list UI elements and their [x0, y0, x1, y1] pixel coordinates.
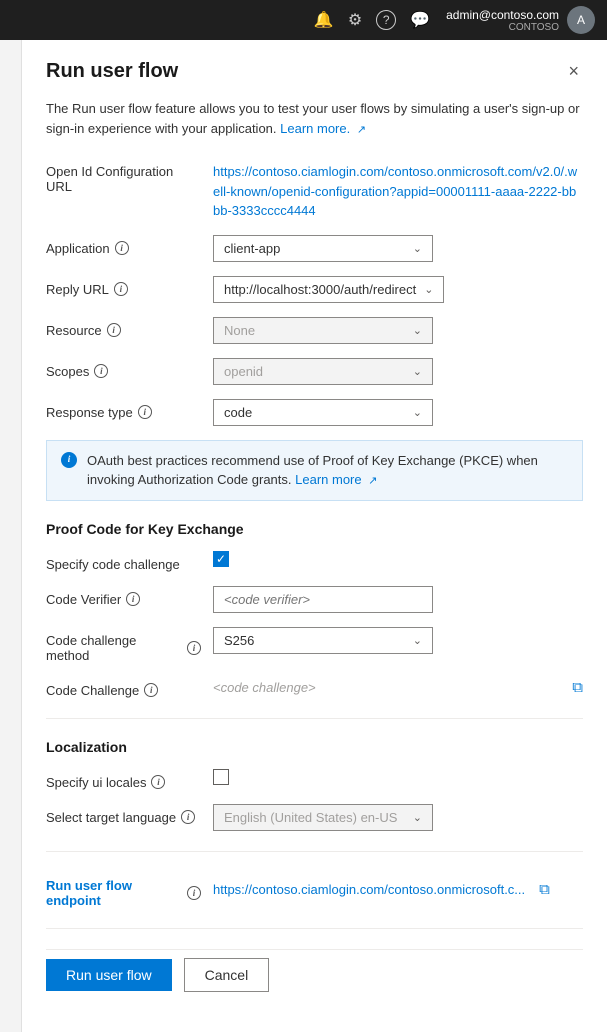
resource-row: Resource i None ⌄: [46, 317, 583, 344]
description: The Run user flow feature allows you to …: [46, 99, 583, 138]
run-user-flow-button[interactable]: Run user flow: [46, 959, 172, 991]
chevron-down-icon: ⌄: [413, 324, 422, 337]
localization-section-title: Localization: [46, 739, 583, 755]
code-challenge-method-label: Code challenge method i: [46, 627, 201, 663]
code-challenge-method-row: Code challenge method i S256 ⌄: [46, 627, 583, 663]
run-endpoint-info-icon[interactable]: i: [187, 886, 201, 900]
openid-config-value[interactable]: https://contoso.ciamlogin.com/contoso.on…: [213, 158, 583, 221]
select-target-language-label: Select target language i: [46, 804, 201, 825]
chevron-down-icon: ⌄: [413, 365, 422, 378]
select-target-language-info-icon[interactable]: i: [181, 810, 195, 824]
pkce-section-title: Proof Code for Key Exchange: [46, 521, 583, 537]
footer: Run user flow Cancel: [46, 949, 583, 992]
specify-ui-locales-label: Specify ui locales i: [46, 769, 201, 790]
specify-code-challenge-label: Specify code challenge: [46, 551, 201, 572]
reply-url-row: Reply URL i http://localhost:3000/auth/r…: [46, 276, 583, 303]
chevron-down-icon: ⌄: [424, 283, 433, 296]
code-challenge-method-dropdown[interactable]: S256 ⌄: [213, 627, 433, 654]
external-link-icon: ↗: [357, 124, 366, 136]
run-endpoint-value[interactable]: https://contoso.ciamlogin.com/contoso.on…: [213, 882, 525, 897]
run-user-flow-endpoint-label: Run user flow endpoint i: [46, 872, 201, 908]
scopes-info-icon[interactable]: i: [94, 364, 108, 378]
chevron-down-icon: ⌄: [413, 242, 422, 255]
chevron-down-icon: ⌄: [413, 811, 422, 824]
resource-label: Resource i: [46, 317, 201, 338]
help-icon[interactable]: ?: [376, 10, 396, 30]
application-row: Application i client-app ⌄: [46, 235, 583, 262]
run-user-flow-endpoint-row: Run user flow endpoint i https://contoso…: [46, 872, 583, 908]
main-panel: Run user flow × The Run user flow featur…: [22, 40, 607, 1032]
specify-ui-locales-checkbox[interactable]: [213, 769, 229, 785]
learn-more-link-desc[interactable]: Learn more. ↗: [280, 121, 366, 136]
code-verifier-info-icon[interactable]: i: [126, 592, 140, 606]
specify-code-challenge-checkbox[interactable]: ✓: [213, 551, 229, 567]
select-target-language-dropdown[interactable]: English (United States) en-US ⌄: [213, 804, 433, 831]
scopes-label: Scopes i: [46, 358, 201, 379]
info-banner: i OAuth best practices recommend use of …: [46, 440, 583, 501]
cancel-button[interactable]: Cancel: [184, 958, 270, 992]
resource-info-icon[interactable]: i: [107, 323, 121, 337]
code-challenge-row: Code Challenge i <code challenge> ⧉: [46, 677, 583, 698]
application-info-icon[interactable]: i: [115, 241, 129, 255]
feedback-icon[interactable]: 💬: [410, 10, 430, 30]
panel-bg: Run user flow × The Run user flow featur…: [0, 40, 607, 1032]
specify-ui-locales-info-icon[interactable]: i: [151, 775, 165, 789]
divider-3: [46, 928, 583, 929]
copy-icon[interactable]: ⧉: [572, 679, 583, 696]
code-verifier-row: Code Verifier i: [46, 586, 583, 613]
panel-header: Run user flow ×: [46, 60, 583, 83]
navbar-user-tenant: CONTOSO: [446, 22, 559, 33]
navbar-user-text: admin@contoso.com CONTOSO: [446, 8, 559, 33]
code-challenge-label: Code Challenge i: [46, 677, 201, 698]
code-challenge-info-icon[interactable]: i: [144, 683, 158, 697]
divider-2: [46, 851, 583, 852]
scopes-row: Scopes i openid ⌄: [46, 358, 583, 385]
response-type-info-icon[interactable]: i: [138, 405, 152, 419]
reply-url-label: Reply URL i: [46, 276, 201, 297]
navbar-user: admin@contoso.com CONTOSO A: [446, 6, 595, 34]
chevron-down-icon: ⌄: [413, 634, 422, 647]
code-verifier-label: Code Verifier i: [46, 586, 201, 607]
chevron-down-icon: ⌄: [413, 406, 422, 419]
application-dropdown[interactable]: client-app ⌄: [213, 235, 433, 262]
openid-config-label: Open Id Configuration URL: [46, 158, 201, 194]
navbar-icons: 🔔 ⚙ ? 💬: [314, 10, 430, 30]
reply-url-info-icon[interactable]: i: [114, 282, 128, 296]
specify-code-challenge-row: Specify code challenge ✓: [46, 551, 583, 572]
panel-title: Run user flow: [46, 60, 178, 83]
specify-ui-locales-row: Specify ui locales i: [46, 769, 583, 790]
response-type-dropdown[interactable]: code ⌄: [213, 399, 433, 426]
navbar-user-name: admin@contoso.com: [446, 8, 559, 22]
external-link-icon: ↗: [368, 475, 377, 487]
info-banner-learn-more-link[interactable]: Learn more ↗: [295, 472, 377, 487]
sidebar-accent: [0, 40, 22, 1032]
close-button[interactable]: ×: [564, 60, 583, 82]
application-label: Application i: [46, 235, 201, 256]
info-banner-icon: i: [61, 452, 77, 468]
scopes-dropdown[interactable]: openid ⌄: [213, 358, 433, 385]
response-type-row: Response type i code ⌄: [46, 399, 583, 426]
endpoint-copy-icon[interactable]: ⧉: [539, 881, 550, 898]
info-banner-content: OAuth best practices recommend use of Pr…: [87, 451, 568, 490]
openid-config-row: Open Id Configuration URL https://contos…: [46, 158, 583, 221]
response-type-label: Response type i: [46, 399, 201, 420]
navbar: 🔔 ⚙ ? 💬 admin@contoso.com CONTOSO A: [0, 0, 607, 40]
divider: [46, 718, 583, 719]
code-verifier-input[interactable]: [213, 586, 433, 613]
code-challenge-method-info-icon[interactable]: i: [187, 641, 201, 655]
resource-dropdown[interactable]: None ⌄: [213, 317, 433, 344]
code-challenge-value: <code challenge>: [213, 680, 552, 695]
bell-icon[interactable]: 🔔: [314, 10, 334, 30]
avatar[interactable]: A: [567, 6, 595, 34]
select-target-language-row: Select target language i English (United…: [46, 804, 583, 831]
gear-icon[interactable]: ⚙: [348, 10, 362, 30]
reply-url-dropdown[interactable]: http://localhost:3000/auth/redirect ⌄: [213, 276, 444, 303]
